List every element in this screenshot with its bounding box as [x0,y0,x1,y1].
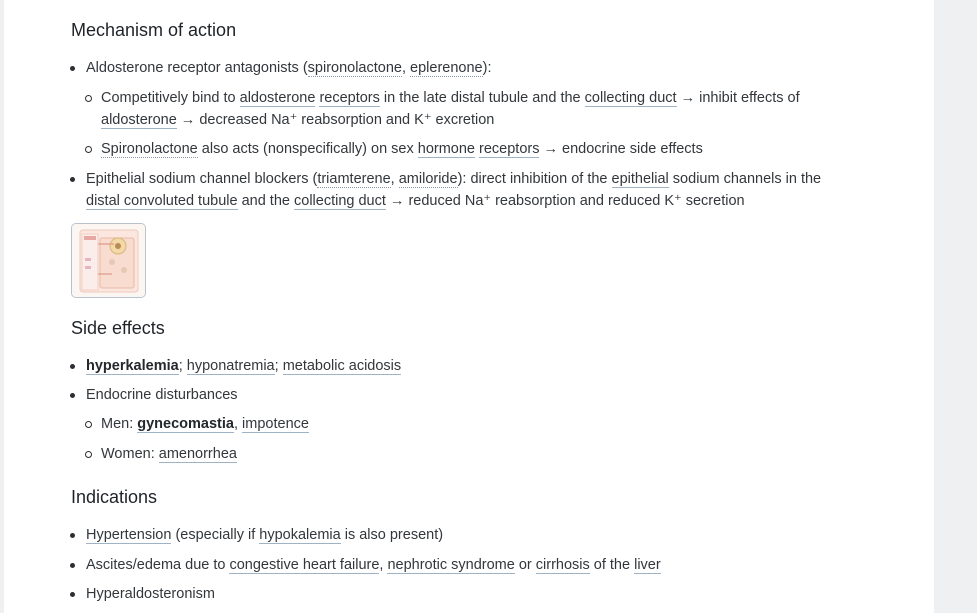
circle-bullet-icon [85,421,92,428]
link-spironolactone[interactable]: spironolactone [307,60,402,77]
text: → decreased Na⁺ reabsorption and K⁺ excr… [176,112,495,128]
link-distal-convoluted-tubule[interactable]: distal convoluted tubule [86,193,238,210]
text: ): direct inhibition of the [457,171,612,187]
link-impotence[interactable]: impotence [242,416,309,433]
link-nephrotic-syndrome[interactable]: nephrotic syndrome [387,557,515,574]
list-item: Epithelial sodium channel blockers (tria… [70,168,856,212]
text: and the [237,193,294,209]
text: also acts (nonspecifically) on sex [197,141,418,157]
text: (especially if [171,527,260,543]
text: Competitively bind to [101,90,240,106]
link-receptors[interactable]: receptors [319,90,380,107]
section-heading-indications: Indications [71,487,158,507]
text: → inhibit effects of [676,90,800,106]
circle-bullet-icon [85,146,92,153]
text: ): [482,60,492,76]
text: Epithelial sodium channel blockers ( [86,171,318,187]
text: Men: [101,416,138,432]
link-hypertension[interactable]: Hypertension [86,527,172,544]
text: in the late distal tubule and the [379,90,585,106]
text: Ascites/edema due to [86,557,230,573]
link-amenorrhea[interactable]: amenorrhea [158,446,237,463]
circle-bullet-icon [85,451,92,458]
link-gynecomastia[interactable]: gynecomastia [137,416,234,433]
list-item: Hypertension (especially if hypokalemia … [70,524,444,546]
link-epithelial[interactable]: epithelial [611,171,669,188]
text: Aldosterone receptor antagonists ( [86,60,308,76]
link-amiloride[interactable]: amiloride [398,171,458,188]
bullet-icon [70,66,75,71]
bold-text: gynecomastia [137,416,234,432]
text: , [401,60,411,76]
bullet-icon [70,364,75,369]
list-item: Women: amenorrhea [85,443,237,465]
circle-bullet-icon [85,95,92,102]
list-item: Spironolactone also acts (nonspecificall… [85,138,703,160]
text: , [390,171,399,187]
bold-text: hyperkalemia [86,358,179,374]
list-item: Endocrine disturbances [70,384,238,406]
link-metabolic-acidosis[interactable]: metabolic acidosis [282,358,402,375]
bullet-icon [70,393,75,398]
link-hyperkalemia[interactable]: hyperkalemia [86,358,179,375]
list-item: Aldosterone receptor antagonists (spiron… [70,57,492,79]
text: sodium channels in the [668,171,822,187]
list-item: Hyperaldosteronism [70,583,215,605]
list-item: hyperkalemia; hyponatremia; metabolic ac… [70,355,402,377]
link-eplerenone[interactable]: eplerenone [410,60,483,77]
link-cirrhosis[interactable]: cirrhosis [535,557,590,574]
link-collecting-duct[interactable]: collecting duct [584,90,677,107]
link-congestive-heart-failure[interactable]: congestive heart failure [229,557,380,574]
text: of the [589,557,635,573]
bullet-icon [70,177,75,182]
text: is also present) [340,527,444,543]
text: → reduced Na⁺ reabsorption and reduced K… [385,193,745,209]
link-receptors[interactable]: receptors [479,141,540,158]
text: Endocrine disturbances [86,387,238,403]
link-collecting-duct[interactable]: collecting duct [294,193,386,210]
link-liver[interactable]: liver [634,557,661,574]
link-hypokalemia[interactable]: hypokalemia [259,527,341,544]
link-hyponatremia[interactable]: hyponatremia [186,358,275,375]
text: ; [178,358,187,374]
text: Hyperaldosteronism [86,586,215,602]
text: , [233,416,243,432]
text: Women: [101,446,159,462]
section-heading-side-effects: Side effects [71,318,165,338]
link-aldosterone[interactable]: aldosterone [239,90,316,107]
list-item: Competitively bind to aldosterone recept… [85,87,841,131]
list-item: Ascites/edema due to congestive heart fa… [70,554,661,576]
nephron-diagram-icon [72,224,145,297]
text: ; [274,358,283,374]
text: or [514,557,536,573]
section-heading-mechanism: Mechanism of action [71,20,237,40]
illustration-thumbnail[interactable] [71,223,146,298]
bullet-icon [70,533,75,538]
bullet-icon [70,563,75,568]
bullet-icon [70,592,75,597]
link-triamterene[interactable]: triamterene [317,171,391,188]
link-spironolactone[interactable]: Spironolactone [101,141,198,158]
article-page: Mechanism of action Aldosterone receptor… [4,0,934,613]
text: → endocrine side effects [539,141,703,157]
link-aldosterone[interactable]: aldosterone [101,112,177,129]
link-hormone[interactable]: hormone [417,141,475,158]
list-item: Men: gynecomastia, impotence [85,413,309,435]
